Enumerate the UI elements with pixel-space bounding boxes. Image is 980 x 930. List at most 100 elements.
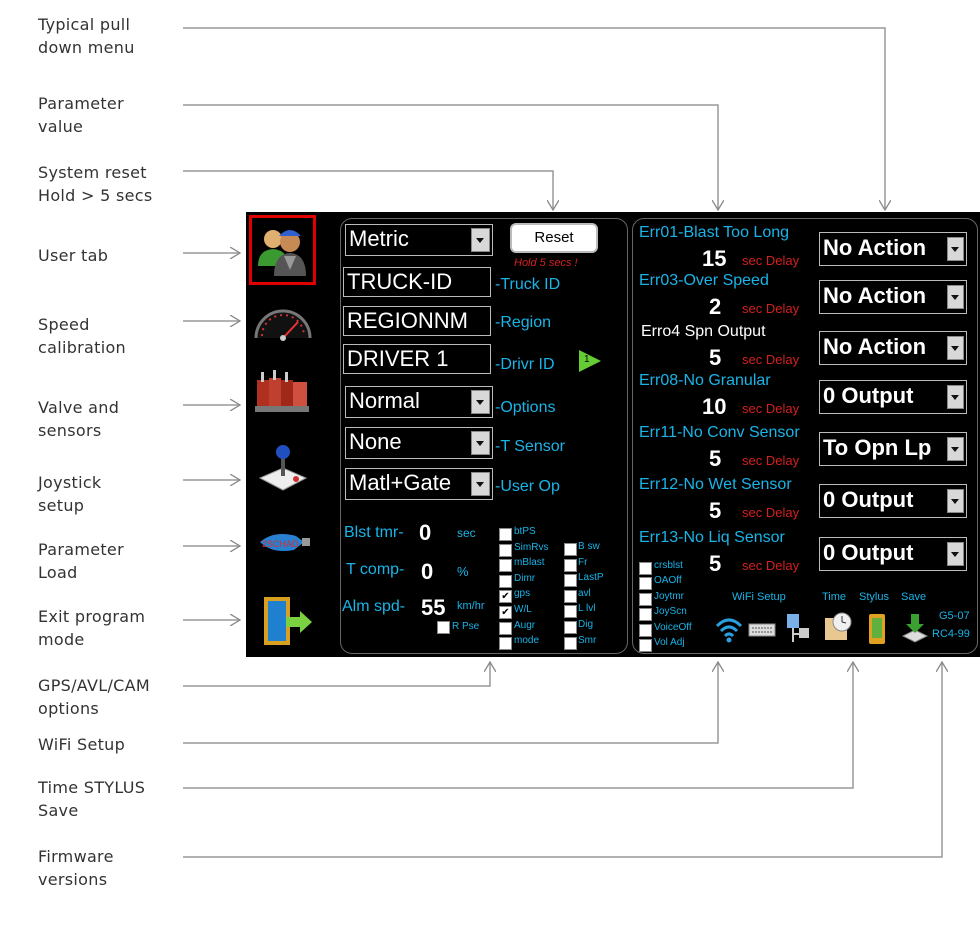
- options-dropdown[interactable]: Normal: [345, 386, 493, 418]
- rpse-label: R Pse: [452, 621, 480, 632]
- alm-label: Alm spd-: [342, 598, 406, 615]
- exit-door-icon[interactable]: [258, 593, 316, 649]
- rpse-checkbox[interactable]: [437, 621, 450, 634]
- time-clock-icon[interactable]: [823, 610, 853, 644]
- checkbox[interactable]: [639, 577, 652, 591]
- play-arrow-icon: [579, 350, 601, 372]
- checkbox-label: Smr: [578, 634, 597, 646]
- checkbox[interactable]: [499, 621, 512, 635]
- checkbox[interactable]: [564, 589, 577, 603]
- checkbox-label: avl: [578, 587, 591, 599]
- checkbox[interactable]: [499, 528, 512, 541]
- checkbox-label: L lvl: [578, 603, 596, 615]
- error-action-dropdown[interactable]: No Action: [819, 331, 967, 365]
- arrow-pulldown: [183, 27, 885, 210]
- error-action-dropdown[interactable]: No Action: [819, 280, 967, 314]
- error-delay-value[interactable]: 5: [709, 498, 721, 524]
- checkbox-label: SimRvs: [514, 541, 549, 553]
- error-action-value: 0 Output: [823, 540, 914, 565]
- region-field[interactable]: REGIONNM: [343, 306, 491, 336]
- checkbox-label: LastP: [578, 572, 604, 584]
- checkbox[interactable]: [499, 574, 512, 588]
- error-action-dropdown[interactable]: 0 Output: [819, 537, 967, 571]
- checkbox[interactable]: [639, 592, 652, 606]
- blst-label: Blst tmr-: [344, 524, 404, 541]
- checkbox-label: Joytmr: [654, 590, 684, 602]
- error-delay-unit: sec Delay: [742, 301, 800, 316]
- arrow-time: [183, 662, 853, 789]
- checkbox[interactable]: [564, 605, 577, 619]
- usb-load-icon[interactable]: 2SCHAD: [254, 528, 314, 558]
- chevron-down-icon: [947, 437, 964, 461]
- checkbox-label: JoyScn: [654, 606, 687, 618]
- checkbox-label: btPS: [514, 526, 536, 537]
- blst-value[interactable]: 0: [419, 520, 431, 546]
- reset-label: Reset: [534, 229, 574, 246]
- error-action-value: No Action: [823, 235, 927, 260]
- checkbox[interactable]: [499, 637, 512, 651]
- save-download-icon[interactable]: [900, 610, 930, 644]
- checkbox-label: W/L: [514, 604, 532, 615]
- checkbox[interactable]: [564, 558, 577, 572]
- checkbox-label: VoiceOff: [654, 621, 692, 633]
- checkbox-label: OAOff: [654, 575, 682, 587]
- checkbox[interactable]: [639, 623, 652, 637]
- valve-icon[interactable]: [251, 370, 315, 418]
- tcomp-value[interactable]: 0: [421, 559, 433, 585]
- error-delay-value[interactable]: 10: [702, 394, 726, 420]
- chevron-down-icon: [947, 237, 964, 261]
- checkbox[interactable]: [499, 559, 512, 573]
- driver-id-field[interactable]: DRIVER 1: [343, 344, 491, 374]
- error-delay-value[interactable]: 15: [702, 246, 726, 272]
- error-delay-value[interactable]: 2: [709, 294, 721, 320]
- chevron-down-icon: [471, 431, 490, 455]
- error-delay-unit: sec Delay: [742, 401, 800, 416]
- user-tab-icon: [258, 230, 306, 276]
- reset-button[interactable]: Reset: [510, 223, 598, 253]
- checkbox[interactable]: [564, 574, 577, 588]
- checkbox[interactable]: [639, 562, 652, 575]
- error-action-value: To Opn Lp: [823, 435, 932, 460]
- units-dropdown[interactable]: Metric: [345, 224, 493, 256]
- device-screen: 2SCHAD Metric Reset Hold 5 secs ! TRUCK-…: [246, 212, 980, 657]
- stylus-icon[interactable]: [866, 612, 888, 646]
- speedometer-icon[interactable]: [252, 298, 314, 346]
- joystick-icon[interactable]: [256, 442, 310, 492]
- user-tab[interactable]: [249, 215, 316, 285]
- error-delay-value[interactable]: 5: [709, 446, 721, 472]
- checkbox[interactable]: [564, 636, 577, 650]
- error-action-dropdown[interactable]: 0 Output: [819, 380, 967, 414]
- checkbox[interactable]: [639, 608, 652, 622]
- checkbox[interactable]: ✔: [499, 590, 512, 604]
- error-action-value: 0 Output: [823, 487, 914, 512]
- network-icon[interactable]: [783, 612, 811, 646]
- truck-id-field[interactable]: TRUCK-ID: [343, 267, 491, 297]
- checkbox[interactable]: [564, 543, 577, 556]
- checkbox[interactable]: [639, 639, 652, 652]
- region-label: -Region: [495, 314, 552, 331]
- error-action-dropdown[interactable]: 0 Output: [819, 484, 967, 518]
- alm-value[interactable]: 55: [421, 595, 445, 621]
- checkbox-label: Fr: [578, 556, 588, 568]
- tcomp-label: T comp-: [346, 561, 405, 578]
- checkbox[interactable]: [499, 543, 512, 557]
- error-action-value: 0 Output: [823, 383, 914, 408]
- error-delay-value[interactable]: 5: [709, 345, 721, 371]
- userop-label: -User Op: [495, 478, 560, 495]
- tsensor-dropdown[interactable]: None: [345, 427, 493, 459]
- save-label: Save: [901, 591, 927, 603]
- driver-next-button[interactable]: 1: [577, 348, 603, 374]
- alm-unit: km/hr: [457, 600, 485, 612]
- checkbox[interactable]: [564, 621, 577, 634]
- truck-id-label: -Truck ID: [495, 276, 561, 293]
- error-title: Erro4 Spn Output: [641, 323, 766, 340]
- error-action-dropdown[interactable]: No Action: [819, 232, 967, 266]
- keyboard-icon[interactable]: [748, 622, 776, 638]
- error-delay-value[interactable]: 5: [709, 551, 721, 577]
- firmware-version-2: RC4-99: [932, 628, 970, 640]
- wifi-icon[interactable]: [714, 612, 744, 646]
- checkbox[interactable]: ✔: [499, 606, 512, 619]
- error-delay-unit: sec Delay: [742, 352, 800, 367]
- error-action-dropdown[interactable]: To Opn Lp: [819, 432, 967, 466]
- userop-dropdown[interactable]: Matl+Gate: [345, 468, 493, 500]
